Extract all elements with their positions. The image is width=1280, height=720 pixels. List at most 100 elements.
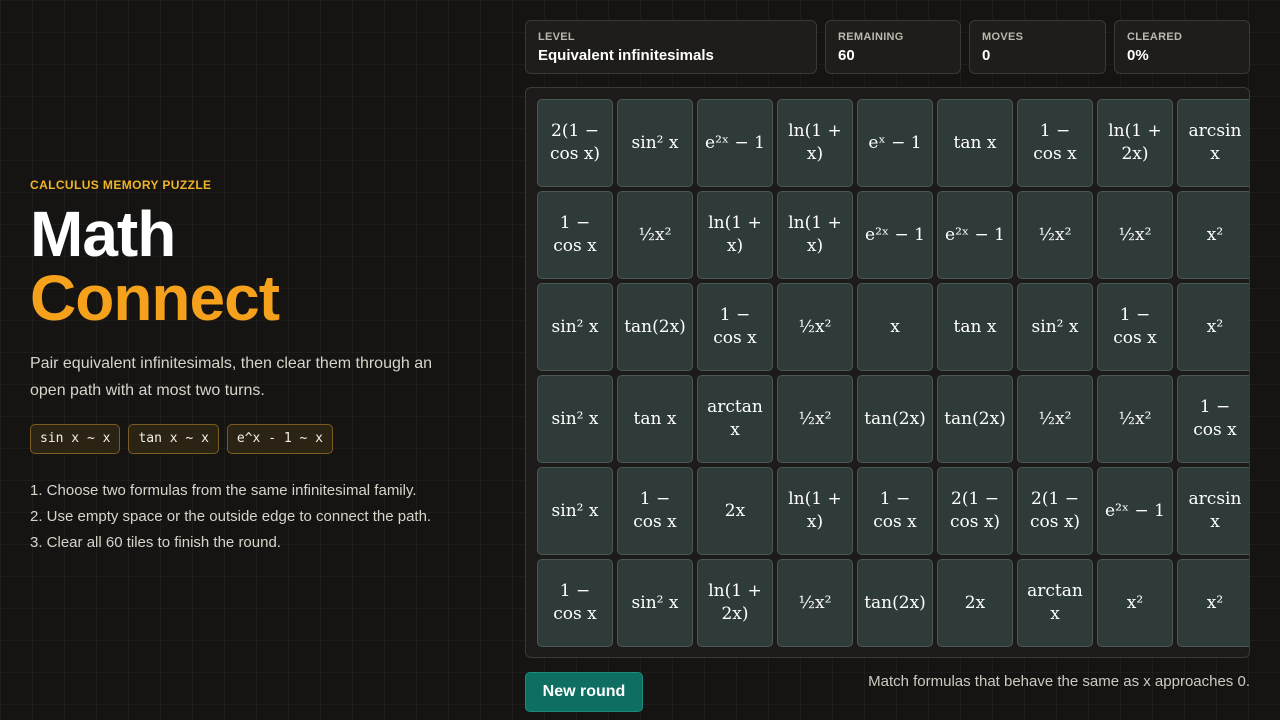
- formula-tile[interactable]: x²: [1097, 559, 1173, 647]
- formula-label: tan(2x): [944, 408, 1006, 429]
- level-value: Equivalent infinitesimals: [538, 47, 714, 64]
- formula-label: sin² x: [551, 316, 599, 337]
- formula-label: x²: [1206, 224, 1224, 245]
- new-round-button[interactable]: New round: [525, 672, 643, 712]
- formula-tile[interactable]: 2x: [697, 467, 773, 555]
- formula-label: ½x²: [798, 408, 832, 429]
- formula-tile[interactable]: sin² x: [537, 375, 613, 463]
- formula-tile[interactable]: tan(2x): [617, 283, 693, 371]
- formula-tile[interactable]: ln(1 + x): [777, 467, 853, 555]
- formula-label: e²ˣ − 1: [1105, 500, 1165, 521]
- remaining-label: REMAINING: [838, 31, 904, 43]
- formula-tile[interactable]: x²: [1177, 559, 1249, 647]
- formula-tile[interactable]: ½x²: [777, 283, 853, 371]
- formula-tile[interactable]: 2(1 − cos x): [537, 99, 613, 187]
- formula-tile[interactable]: eˣ − 1: [857, 99, 933, 187]
- page-title: Math Connect: [30, 202, 480, 330]
- formula-tile[interactable]: 1 − cos x: [537, 559, 613, 647]
- cleared-stat: CLEARED 0%: [1114, 20, 1250, 74]
- formula-tile[interactable]: 2(1 − cos x): [1017, 467, 1093, 555]
- formula-tile[interactable]: x²: [1177, 283, 1249, 371]
- formula-label: ½x²: [1118, 224, 1152, 245]
- formula-label: 1 − cos x: [553, 213, 597, 256]
- title-line-1: Math: [30, 198, 176, 270]
- formula-tile[interactable]: e²ˣ − 1: [937, 191, 1013, 279]
- formula-tile[interactable]: tan(2x): [937, 375, 1013, 463]
- formula-label: ln(1 + 2x): [1108, 121, 1162, 164]
- formula-label: tan x: [953, 132, 997, 153]
- formula-tile[interactable]: 1 − cos x: [857, 467, 933, 555]
- formula-label: 1 − cos x: [1113, 305, 1157, 348]
- formula-label: ln(1 + x): [708, 213, 762, 256]
- formula-tile[interactable]: sin² x: [537, 467, 613, 555]
- instructions-list: 1. Choose two formulas from the same inf…: [30, 478, 480, 556]
- formula-tile[interactable]: 2(1 − cos x): [937, 467, 1013, 555]
- formula-tile[interactable]: 1 − cos x: [697, 283, 773, 371]
- formula-tile[interactable]: ½x²: [1097, 375, 1173, 463]
- formula-label: 2x: [964, 592, 986, 613]
- formula-label: 1 − cos x: [633, 489, 677, 532]
- game-description: Pair equivalent infinitesimals, then cle…: [30, 355, 432, 399]
- formula-tile[interactable]: ½x²: [777, 559, 853, 647]
- formula-tile[interactable]: tan x: [617, 375, 693, 463]
- formula-label: e²ˣ − 1: [705, 132, 765, 153]
- formula-tile[interactable]: arctan x: [697, 375, 773, 463]
- formula-tile[interactable]: sin² x: [617, 99, 693, 187]
- formula-label: 1 − cos x: [713, 305, 757, 348]
- formula-tile[interactable]: ln(1 + x): [697, 191, 773, 279]
- intro-panel: CALCULUS MEMORY PUZZLE Math Connect Pair…: [30, 178, 480, 556]
- formula-label: tan(2x): [864, 592, 926, 613]
- formula-tile[interactable]: x: [857, 283, 933, 371]
- formula-tile[interactable]: tan x: [937, 283, 1013, 371]
- instruction-step: 2. Use empty space or the outside edge t…: [30, 508, 432, 525]
- formula-tile[interactable]: sin² x: [537, 283, 613, 371]
- formula-label: sin² x: [631, 592, 679, 613]
- formula-tile[interactable]: ½x²: [1017, 191, 1093, 279]
- cleared-value: 0%: [1127, 47, 1149, 64]
- formula-label: x²: [1206, 316, 1224, 337]
- formula-tile[interactable]: e²ˣ − 1: [1097, 467, 1173, 555]
- formula-tile[interactable]: e²ˣ − 1: [697, 99, 773, 187]
- formula-tile[interactable]: ln(1 + x): [777, 99, 853, 187]
- formula-tile[interactable]: arcsin x: [1177, 467, 1249, 555]
- rule-chips: sin x ~ x tan x ~ x e^x - 1 ~ x: [30, 424, 480, 454]
- formula-tile[interactable]: ln(1 + 2x): [1097, 99, 1173, 187]
- formula-label: 1 − cos x: [553, 581, 597, 624]
- formula-label: tan(2x): [624, 316, 686, 337]
- formula-tile[interactable]: ln(1 + 2x): [697, 559, 773, 647]
- formula-tile[interactable]: ln(1 + x): [777, 191, 853, 279]
- formula-tile[interactable]: tan(2x): [857, 375, 933, 463]
- formula-label: x: [890, 316, 900, 337]
- formula-tile[interactable]: 1 − cos x: [1097, 283, 1173, 371]
- formula-label: ½x²: [798, 592, 832, 613]
- formula-label: x²: [1126, 592, 1144, 613]
- formula-label: tan(2x): [864, 408, 926, 429]
- formula-label: ln(1 + x): [788, 213, 842, 256]
- formula-label: 1 − cos x: [873, 489, 917, 532]
- formula-tile[interactable]: sin² x: [1017, 283, 1093, 371]
- formula-label: ln(1 + x): [788, 489, 842, 532]
- formula-tile[interactable]: 2x: [937, 559, 1013, 647]
- formula-tile[interactable]: ½x²: [1097, 191, 1173, 279]
- remaining-stat: REMAINING 60: [825, 20, 961, 74]
- formula-tile[interactable]: ½x²: [777, 375, 853, 463]
- formula-label: ½x²: [798, 316, 832, 337]
- formula-tile[interactable]: 1 − cos x: [537, 191, 613, 279]
- formula-tile[interactable]: ½x²: [1017, 375, 1093, 463]
- instruction-step: 1. Choose two formulas from the same inf…: [30, 482, 417, 499]
- formula-tile[interactable]: arctan x: [1017, 559, 1093, 647]
- formula-label: 1 − cos x: [1033, 121, 1077, 164]
- formula-tile[interactable]: 1 − cos x: [1177, 375, 1249, 463]
- formula-tile[interactable]: ½x²: [617, 191, 693, 279]
- formula-tile[interactable]: x²: [1177, 191, 1249, 279]
- formula-tile[interactable]: tan(2x): [857, 559, 933, 647]
- formula-tile[interactable]: tan x: [937, 99, 1013, 187]
- formula-tile[interactable]: 1 − cos x: [617, 467, 693, 555]
- formula-tile[interactable]: 1 − cos x: [1017, 99, 1093, 187]
- formula-label: arctan x: [707, 397, 763, 440]
- formula-tile[interactable]: sin² x: [617, 559, 693, 647]
- formula-tile[interactable]: arcsin x: [1177, 99, 1249, 187]
- formula-label: tan x: [633, 408, 677, 429]
- formula-label: sin² x: [551, 408, 599, 429]
- formula-tile[interactable]: e²ˣ − 1: [857, 191, 933, 279]
